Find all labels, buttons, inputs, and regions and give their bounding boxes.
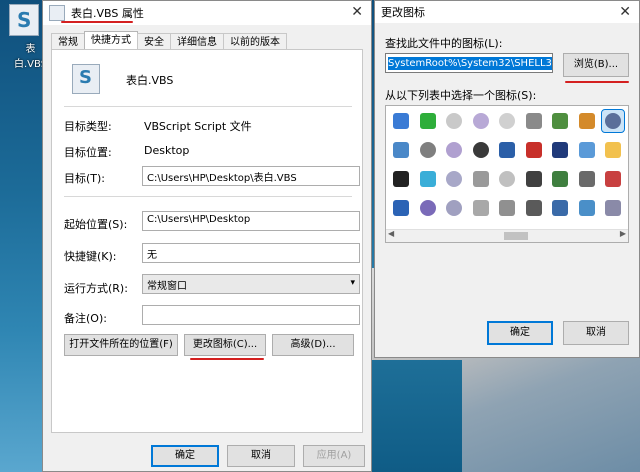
- comment-label: 备注(O):: [64, 312, 107, 325]
- change-icon-titlebar: 更改图标 ✕: [375, 1, 639, 23]
- cd-r-icon[interactable]: [470, 139, 492, 161]
- icon-list[interactable]: ◀ ▶: [385, 105, 629, 243]
- find-icons-label: 查找此文件中的图标(L):: [385, 37, 503, 50]
- select-icon-label: 从以下列表中选择一个图标(S):: [385, 89, 537, 102]
- removable-drive-icon[interactable]: [549, 168, 571, 190]
- script-file-icon: [49, 5, 65, 21]
- dvd-rw-icon[interactable]: [601, 109, 625, 133]
- dvd-ram-icon[interactable]: [443, 197, 465, 219]
- camera-icon[interactable]: [576, 168, 598, 190]
- media-icon[interactable]: [417, 168, 439, 190]
- shortcut-panel: 表白.VBS 目标类型: VBScript Script 文件 目标位置: De…: [51, 49, 363, 433]
- tablet-icon[interactable]: [496, 139, 518, 161]
- close-icon[interactable]: ✕: [619, 4, 631, 20]
- script-file-icon: [9, 4, 39, 36]
- apply-button[interactable]: 应用(A): [303, 445, 365, 467]
- start-in-label: 起始位置(S):: [64, 218, 128, 231]
- target-location-value: Desktop: [144, 144, 190, 157]
- script-file-icon: [72, 64, 100, 94]
- open-file-location-button[interactable]: 打开文件所在的位置(F): [64, 334, 178, 356]
- icon-file-path-field[interactable]: SystemRoot%\System32\SHELL32.dll: [385, 53, 553, 73]
- start-in-field[interactable]: C:\Users\HP\Desktop: [142, 211, 360, 231]
- run-select[interactable]: 常规窗口 ▾: [142, 274, 360, 294]
- disc-icon[interactable]: [443, 139, 465, 161]
- target-location-label: 目标位置:: [64, 146, 112, 159]
- drive-icon[interactable]: [496, 197, 518, 219]
- dvd-r-icon[interactable]: [470, 110, 492, 132]
- shortcut-key-field[interactable]: 无: [142, 243, 360, 263]
- target-type-value: VBScript Script 文件: [144, 120, 252, 133]
- dvd-drive-icon[interactable]: [417, 139, 439, 161]
- horizontal-scrollbar[interactable]: ◀ ▶: [386, 229, 628, 242]
- scroll-left-icon[interactable]: ◀: [388, 229, 394, 238]
- hard-drive-icon[interactable]: [470, 197, 492, 219]
- target-field[interactable]: C:\Users\HP\Desktop\表白.VBS: [142, 166, 360, 186]
- drive-icon[interactable]: [470, 168, 492, 190]
- green-arrow-icon[interactable]: [417, 110, 439, 132]
- change-icon-button[interactable]: 更改图标(C)...: [184, 334, 266, 356]
- change-icon-title: 更改图标: [381, 6, 425, 19]
- folder-icon[interactable]: [602, 139, 624, 161]
- change-icon-dialog: 更改图标 ✕ 查找此文件中的图标(L): SystemRoot%\System3…: [374, 0, 640, 358]
- cancel-button[interactable]: 取消: [227, 445, 295, 467]
- disk-icon[interactable]: [602, 197, 624, 219]
- disc-icon[interactable]: [496, 110, 518, 132]
- chevron-down-icon: ▾: [350, 278, 355, 288]
- scroll-right-icon[interactable]: ▶: [620, 229, 626, 238]
- browse-button[interactable]: 浏览(B)...: [563, 53, 629, 77]
- red-underline-annotation: [565, 81, 629, 83]
- music-player-icon[interactable]: [576, 110, 598, 132]
- file-name: 表白.VBS: [126, 74, 174, 87]
- scrollbar-thumb[interactable]: [504, 232, 528, 240]
- properties-window: 表白.VBS 属性 ✕ 常规 快捷方式 安全 详细信息 以前的版本 表白.VBS…: [42, 0, 372, 472]
- users-icon[interactable]: [390, 110, 412, 132]
- red-underline-annotation: [190, 358, 264, 360]
- ok-button[interactable]: 确定: [151, 445, 219, 467]
- monitor-icon[interactable]: [390, 168, 412, 190]
- disk-eject-icon[interactable]: [602, 168, 624, 190]
- cdrom-icon[interactable]: [443, 110, 465, 132]
- help-icon[interactable]: [390, 197, 412, 219]
- phone-icon[interactable]: [549, 110, 571, 132]
- wallpaper-sea: [372, 360, 462, 472]
- flash-card-icon[interactable]: [523, 139, 545, 161]
- media-device-icon[interactable]: [523, 110, 545, 132]
- sd-card-icon[interactable]: [523, 168, 545, 190]
- target-type-label: 目标类型:: [64, 120, 112, 133]
- desktop-file-icon[interactable]: 表白.VBS: [2, 4, 47, 70]
- divider: [64, 196, 352, 197]
- memory-card-icon[interactable]: [549, 139, 571, 161]
- red-underline-annotation: [61, 21, 133, 23]
- dvd-rom-icon[interactable]: [496, 168, 518, 190]
- properties-title: 表白.VBS 属性: [71, 7, 144, 20]
- scanner-icon[interactable]: [549, 197, 571, 219]
- advanced-button[interactable]: 高级(D)...: [272, 334, 354, 356]
- cancel-button[interactable]: 取消: [563, 321, 629, 345]
- comment-field[interactable]: [142, 305, 360, 325]
- dvd-icon[interactable]: [417, 197, 439, 219]
- close-icon[interactable]: ✕: [351, 4, 363, 20]
- ok-button[interactable]: 确定: [487, 321, 553, 345]
- run-label: 运行方式(R):: [64, 282, 128, 295]
- icon-file-path-text: SystemRoot%\System32\SHELL32.dll: [388, 57, 552, 70]
- run-select-value: 常规窗口: [147, 281, 187, 292]
- shortcut-key-label: 快捷键(K):: [64, 250, 117, 263]
- webcam-icon[interactable]: [576, 197, 598, 219]
- cd-rw-icon[interactable]: [443, 168, 465, 190]
- camera-icon[interactable]: [523, 197, 545, 219]
- network-icon[interactable]: [576, 139, 598, 161]
- target-label: 目标(T):: [64, 172, 106, 185]
- printer-icon[interactable]: [390, 139, 412, 161]
- divider: [64, 106, 352, 107]
